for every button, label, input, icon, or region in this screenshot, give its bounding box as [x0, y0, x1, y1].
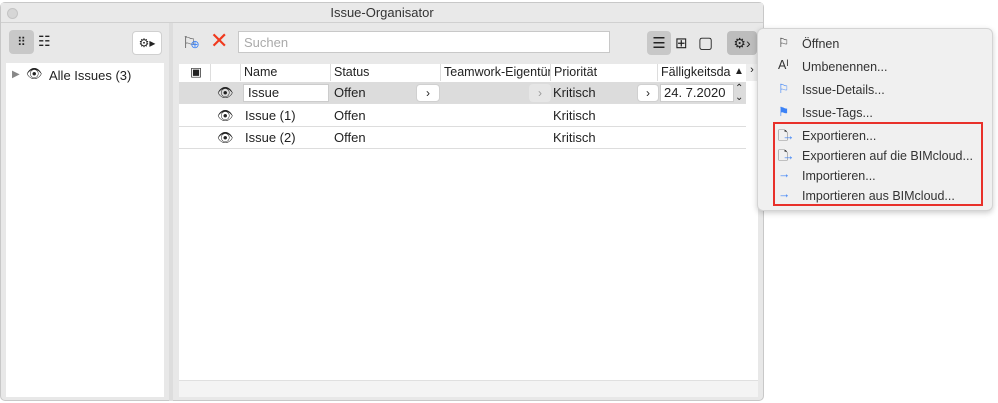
issue-tags-icon: ⚑ — [778, 105, 790, 119]
menu-item-issue-tags[interactable]: ⚑ Issue-Tags... — [778, 103, 873, 123]
search-input[interactable]: Suchen — [238, 31, 610, 53]
column-header-name[interactable]: Name — [241, 64, 331, 81]
highlight-box — [773, 122, 983, 206]
priority-value: Kritisch — [553, 108, 596, 123]
column-header-priority[interactable]: Priorität — [551, 64, 658, 81]
settings-menu-button[interactable]: ⚙› — [727, 31, 757, 55]
list-view-icon[interactable]: ☰ — [647, 31, 671, 55]
tile-view-icon[interactable]: ⊞ — [675, 34, 688, 52]
rename-icon: Aᴵ — [778, 58, 789, 72]
camera-column-icon[interactable]: ▣ — [179, 64, 211, 81]
sidebar-settings-button[interactable]: ⚙▸ — [132, 31, 162, 55]
menu-item-open[interactable]: ⚐ Öffnen — [778, 34, 839, 54]
new-issue-icon[interactable]: ⚐⊕ — [182, 33, 202, 55]
table-row[interactable]: 👁 Issue (1) Offen Kritisch — [179, 105, 746, 127]
gear-icon: ⚙▸ — [138, 36, 156, 50]
eye-icon[interactable]: 👁 — [217, 82, 234, 104]
name-value: Issue (1) — [245, 108, 296, 123]
flag-open-icon: ⚐ — [778, 36, 790, 50]
eye-icon[interactable]: 👁 — [217, 127, 234, 149]
menu-item-issue-details[interactable]: ⚐ Issue-Details... — [778, 80, 885, 100]
tree-item-all-issues[interactable]: Alle Issues (3) — [49, 68, 131, 83]
table-row[interactable]: 👁 Issue Offen › › Kritisch › 24. 7.2020 … — [179, 82, 746, 104]
window-title: Issue-Organisator — [1, 3, 763, 23]
issue-organizer-window: Issue-Organisator ⠿ ☷ ⚙▸ ▶ 👁 Alle Issues… — [0, 2, 764, 401]
visibility-column-header[interactable] — [211, 64, 241, 81]
status-value: Offen — [334, 130, 366, 145]
name-input[interactable]: Issue — [243, 84, 329, 102]
close-window-button[interactable] — [7, 8, 18, 19]
eye-icon[interactable]: 👁 — [217, 105, 234, 127]
delete-icon[interactable]: ✕ — [210, 30, 228, 52]
menu-item-rename[interactable]: Aᴵ Umbenennen... — [778, 57, 887, 77]
issue-tree: ▶ 👁 Alle Issues (3) — [6, 63, 164, 397]
issues-table: ▣ Name Status Teamwork-Eigentümer Priori… — [179, 64, 758, 397]
name-value: Issue (2) — [245, 130, 296, 145]
table-row[interactable]: 👁 Issue (2) Offen Kritisch — [179, 127, 746, 149]
column-header-due-date[interactable]: Fälligkeitsda — [658, 64, 732, 81]
sort-ascending-icon[interactable]: ▲ — [734, 66, 744, 77]
grid-view-icon[interactable]: ⠿ — [9, 30, 34, 54]
status-chevron-button[interactable]: › — [416, 84, 440, 102]
date-stepper[interactable]: ⌃ ⌄ — [735, 84, 743, 103]
gear-icon: ⚙› — [733, 34, 751, 51]
status-value: Offen — [334, 108, 366, 123]
horizontal-scrollbar[interactable] — [179, 380, 758, 397]
single-view-icon[interactable]: ▢ — [698, 33, 713, 53]
priority-value: Kritisch — [553, 130, 596, 145]
eye-icon[interactable]: 👁 — [26, 66, 43, 82]
column-header-teamwork-owner[interactable]: Teamwork-Eigentümer — [441, 64, 551, 81]
status-value[interactable]: Offen — [334, 82, 366, 104]
panel-divider[interactable] — [169, 23, 173, 401]
priority-chevron-button[interactable]: › — [637, 84, 659, 102]
owner-chevron-button[interactable]: › — [529, 84, 551, 102]
column-header-status[interactable]: Status — [331, 64, 441, 81]
disclosure-triangle-icon[interactable]: ▶ — [12, 69, 20, 80]
priority-value[interactable]: Kritisch — [553, 82, 596, 104]
tree-view-icon[interactable]: ☷ — [38, 33, 58, 53]
due-date-input[interactable]: 24. 7.2020 — [660, 84, 734, 102]
issue-details-icon: ⚐ — [778, 82, 790, 96]
